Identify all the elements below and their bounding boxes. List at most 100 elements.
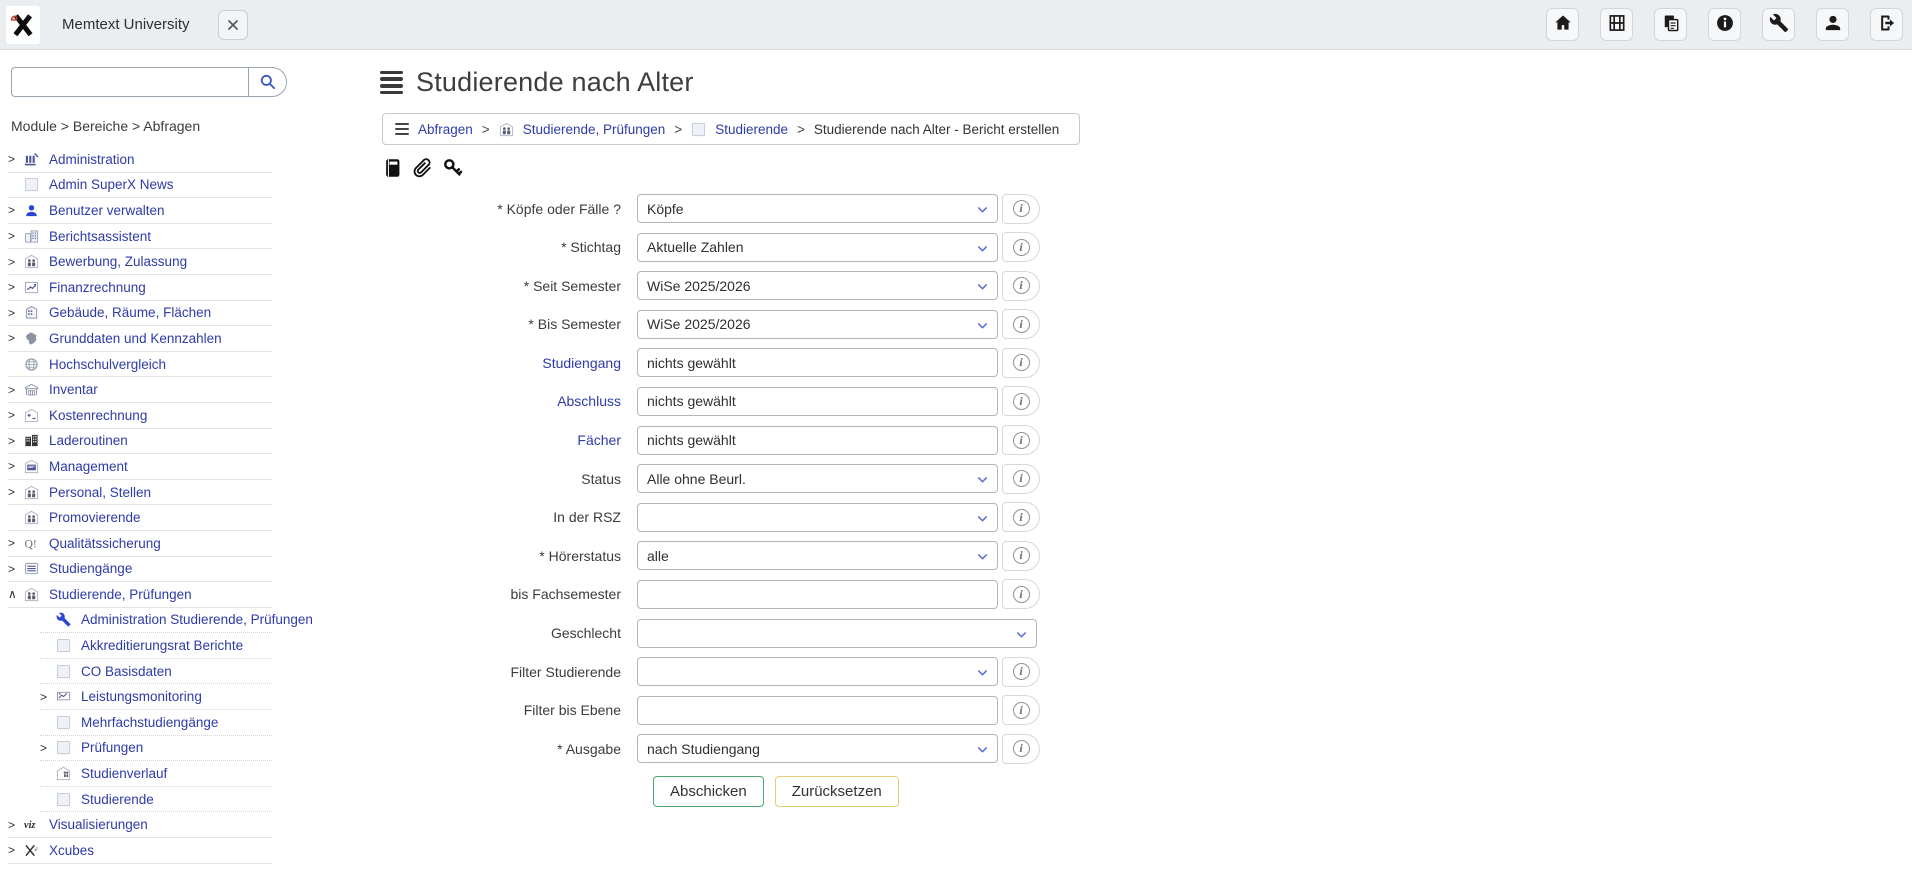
filter-bis-ebene-info-button[interactable]: i bbox=[1002, 695, 1040, 725]
abschluss-input[interactable] bbox=[637, 387, 998, 416]
breadcrumb-studierende-prüfungen[interactable]: Studierende, Prüfungen bbox=[523, 122, 666, 137]
ausgabe-select[interactable]: nach Studiengang bbox=[637, 734, 998, 763]
chevron-down-icon bbox=[975, 202, 990, 217]
sidebar-item-studierende-prüfungen[interactable]: ∧Studierende, Prüfungen bbox=[8, 582, 272, 608]
fächer-info-button[interactable]: i bbox=[1002, 425, 1040, 455]
info-icon: i bbox=[1013, 509, 1030, 526]
bis-fachsemester-info-button[interactable]: i bbox=[1002, 579, 1040, 609]
köpfe-oder-fälle-info-button[interactable]: i bbox=[1002, 194, 1040, 224]
sidebar-item-finanzrechnung[interactable]: >Finanzrechnung bbox=[8, 275, 272, 301]
modules-button[interactable] bbox=[1600, 8, 1633, 41]
sidebar-item-personal-stellen[interactable]: >Personal, Stellen bbox=[8, 480, 272, 506]
book-icon[interactable] bbox=[382, 156, 406, 180]
sidebar-item-visualisierungen[interactable]: >vizVisualisierungen bbox=[8, 812, 272, 838]
abschluss-info-button[interactable]: i bbox=[1002, 386, 1040, 416]
filter-studierende-select[interactable] bbox=[637, 657, 998, 686]
fächer-label[interactable]: Fächer bbox=[380, 432, 637, 448]
stichtag-info-button[interactable]: i bbox=[1002, 232, 1040, 262]
sidebar-item-xcubes[interactable]: >Xcubes bbox=[8, 838, 272, 864]
sidebar-item-gebäude-räume-flächen[interactable]: >Gebäude, Räume, Flächen bbox=[8, 301, 272, 327]
geschlecht-select[interactable] bbox=[637, 619, 1037, 648]
settings-button[interactable] bbox=[1762, 8, 1795, 41]
hörerstatus-info-button[interactable]: i bbox=[1002, 541, 1040, 571]
sidebar-item-studienverlauf[interactable]: Studienverlauf bbox=[40, 761, 272, 787]
sidebar-item-berichtsassistent[interactable]: >Berichtsassistent bbox=[8, 224, 272, 250]
expand-icon: > bbox=[8, 434, 24, 448]
documents-button[interactable] bbox=[1654, 8, 1687, 41]
menu-icon[interactable] bbox=[395, 123, 409, 135]
search-input[interactable] bbox=[11, 67, 248, 97]
stichtag-select[interactable]: Aktuelle Zahlen bbox=[637, 233, 998, 262]
seit-semester-select[interactable]: WiSe 2025/2026 bbox=[637, 271, 998, 300]
sidebar-item-bewerbung-zulassung[interactable]: >Bewerbung, Zulassung bbox=[8, 249, 272, 275]
status-info-button[interactable]: i bbox=[1002, 464, 1040, 494]
bis-semester-info-button[interactable]: i bbox=[1002, 309, 1040, 339]
studiengang-input[interactable] bbox=[637, 348, 998, 377]
studiengang-info-button[interactable]: i bbox=[1002, 348, 1040, 378]
sidebar-item-label: Gebäude, Räume, Flächen bbox=[49, 305, 211, 320]
sidebar-item-studiengänge[interactable]: >Studiengänge bbox=[8, 557, 272, 583]
status-select[interactable]: Alle ohne Beurl. bbox=[637, 464, 998, 493]
sidebar-item-qualitätssicherung[interactable]: >Q!Qualitätssicherung bbox=[8, 531, 272, 557]
home-button[interactable] bbox=[1546, 8, 1579, 41]
filter-bis-ebene-input[interactable] bbox=[637, 696, 998, 725]
app-logo bbox=[6, 6, 40, 44]
key-icon[interactable] bbox=[442, 156, 466, 180]
breadcrumb-abfragen[interactable]: Abfragen bbox=[418, 122, 473, 137]
breadcrumb-separator: > bbox=[674, 122, 682, 137]
reset-button[interactable]: Zurücksetzen bbox=[775, 776, 899, 807]
house-dots-icon bbox=[56, 766, 76, 782]
fächer-input[interactable] bbox=[637, 426, 998, 455]
sidebar-item-laderoutinen[interactable]: >Laderoutinen bbox=[8, 429, 272, 455]
sidebar-item-co-basisdaten[interactable]: CO Basisdaten bbox=[40, 659, 272, 685]
seit-semester-info-button[interactable]: i bbox=[1002, 271, 1040, 301]
sidebar-item-inventar[interactable]: > Inventar bbox=[8, 377, 272, 403]
search-button[interactable] bbox=[248, 67, 287, 97]
sidebar-item-administration-studierende-prüfungen[interactable]: Administration Studierende, Prüfungen bbox=[40, 608, 272, 634]
in-der-rsz-select[interactable] bbox=[637, 503, 998, 532]
sidebar-item-management[interactable]: >Management bbox=[8, 454, 272, 480]
köpfe-oder-fälle-select[interactable]: Köpfe bbox=[637, 194, 998, 223]
sidebar-item-leistungsmonitoring[interactable]: >Leistungsmonitoring bbox=[40, 684, 272, 710]
paperclip-icon[interactable] bbox=[412, 156, 436, 180]
sidebar-item-promovierende[interactable]: Promovierende bbox=[8, 505, 272, 531]
form-row-filter-bis-ebene: Filter bis Ebenei bbox=[380, 696, 1140, 725]
sidebar-item-kostenrechnung[interactable]: >Kostenrechnung bbox=[8, 403, 272, 429]
tab-close-button[interactable] bbox=[218, 10, 248, 40]
bis-semester-label: * Bis Semester bbox=[380, 316, 637, 332]
ausgabe-info-button[interactable]: i bbox=[1002, 734, 1040, 764]
expand-icon: > bbox=[8, 485, 24, 499]
in-der-rsz-info-button[interactable]: i bbox=[1002, 502, 1040, 532]
studiengang-label[interactable]: Studiengang bbox=[380, 355, 637, 371]
info-icon: i bbox=[1013, 239, 1030, 256]
close-icon bbox=[225, 17, 241, 33]
breadcrumb-studierende[interactable]: Studierende bbox=[715, 122, 788, 137]
logout-button[interactable] bbox=[1870, 8, 1903, 41]
sidebar-item-prüfungen[interactable]: >Prüfungen bbox=[40, 736, 272, 762]
user-button[interactable] bbox=[1816, 8, 1849, 41]
filter-studierende-info-button[interactable]: i bbox=[1002, 657, 1040, 687]
sidebar-item-label: Finanzrechnung bbox=[49, 280, 146, 295]
monitor-chart-icon bbox=[56, 689, 76, 705]
abschluss-label[interactable]: Abschluss bbox=[380, 393, 637, 409]
bis-fachsemester-input[interactable] bbox=[637, 580, 998, 609]
expand-icon: > bbox=[8, 459, 24, 473]
chevron-down-icon bbox=[1014, 627, 1029, 642]
sidebar-item-akkreditierungsrat-berichte[interactable]: Akkreditierungsrat Berichte bbox=[40, 633, 272, 659]
sidebar-item-studierende[interactable]: Studierende bbox=[40, 787, 272, 813]
bis-semester-select[interactable]: WiSe 2025/2026 bbox=[637, 310, 998, 339]
sidebar-item-benutzer-verwalten[interactable]: >Benutzer verwalten bbox=[8, 198, 272, 224]
expand-icon: > bbox=[8, 383, 24, 397]
sidebar-item-admin-superx-news[interactable]: Admin SuperX News bbox=[8, 173, 272, 199]
sidebar-item-hochschulvergleich[interactable]: Hochschulvergleich bbox=[8, 352, 272, 378]
sidebar-item-label: Inventar bbox=[49, 382, 98, 397]
sidebar-item-label: Mehrfachstudiengänge bbox=[81, 715, 218, 730]
people-box-icon bbox=[24, 586, 44, 602]
sidebar-item-administration[interactable]: >Administration bbox=[8, 147, 272, 173]
sidebar-item-grunddaten-und-kennzahlen[interactable]: >Grunddaten und Kennzahlen bbox=[8, 326, 272, 352]
chevron-down-icon bbox=[975, 318, 990, 333]
submit-button[interactable]: Abschicken bbox=[653, 776, 764, 807]
sidebar-item-mehrfachstudiengänge[interactable]: Mehrfachstudiengänge bbox=[40, 710, 272, 736]
info-button[interactable] bbox=[1708, 8, 1741, 41]
hörerstatus-select[interactable]: alle bbox=[637, 541, 998, 570]
